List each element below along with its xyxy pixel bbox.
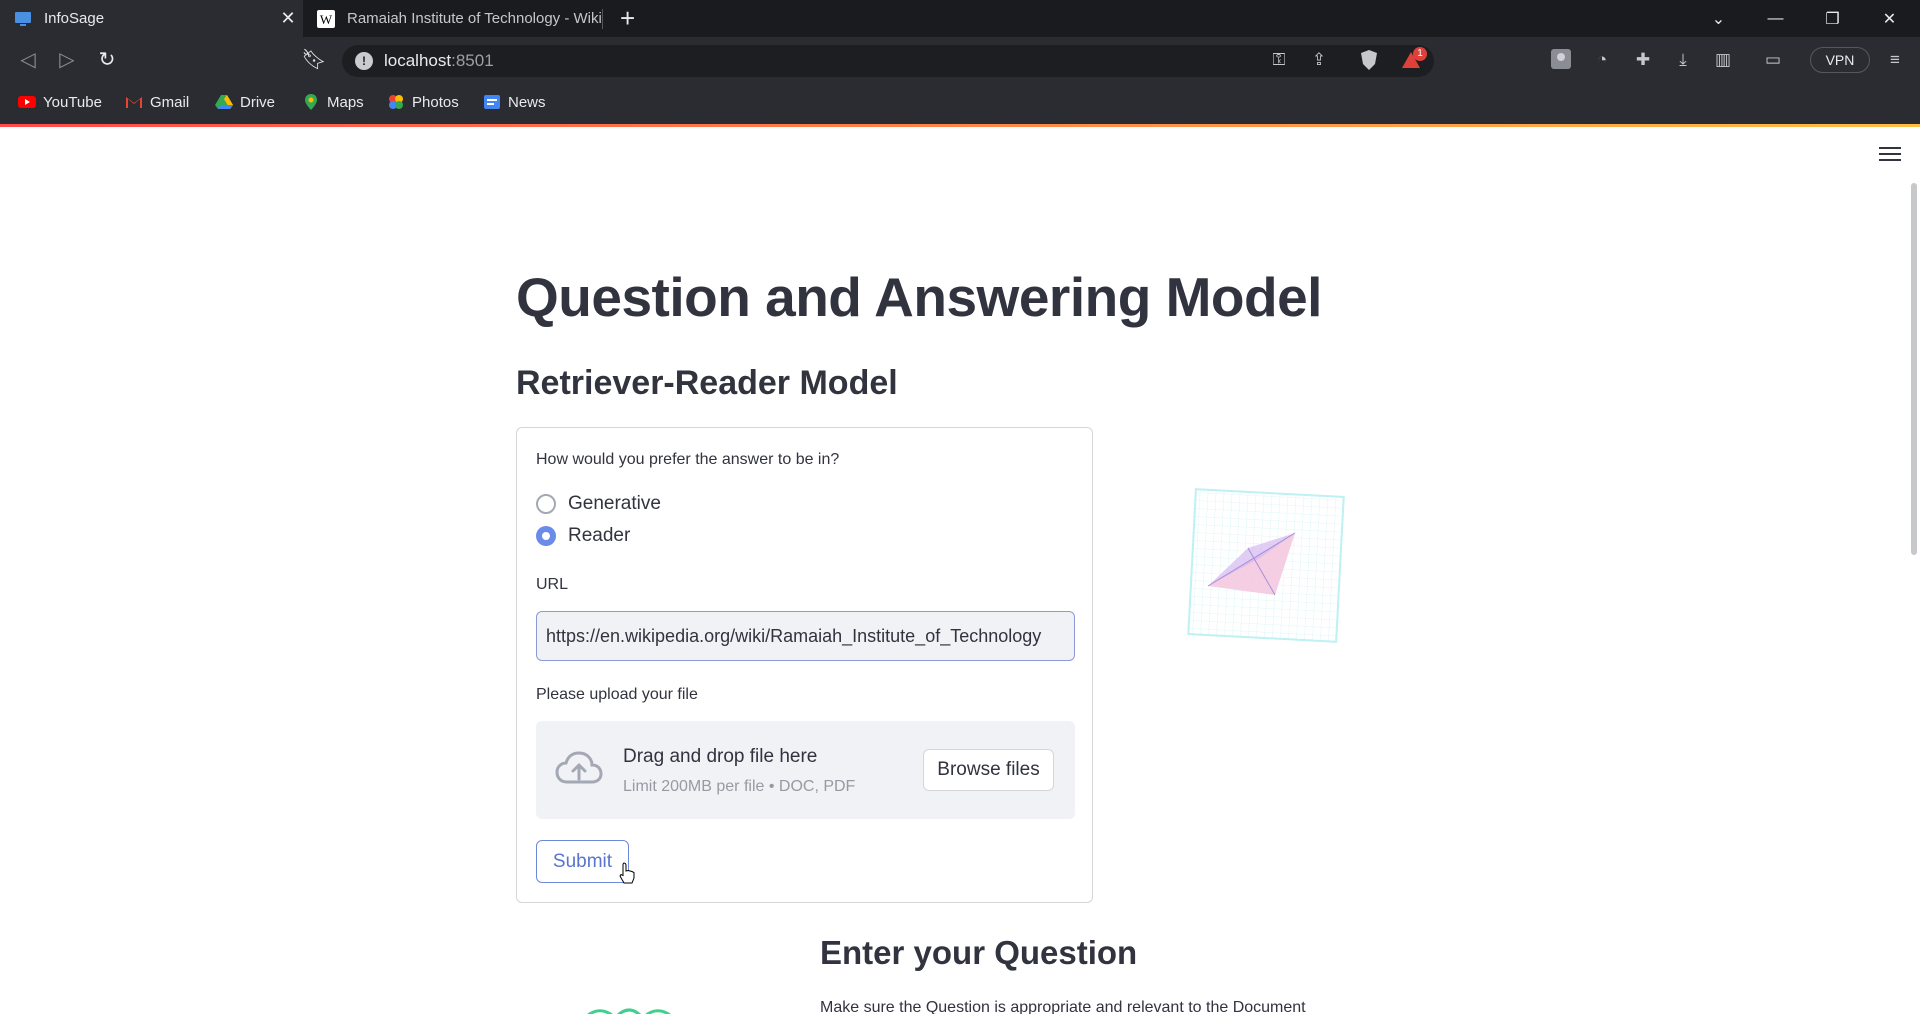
page-scrollbar[interactable]	[1911, 183, 1917, 555]
dropzone-limit: Limit 200MB per file • DOC, PDF	[623, 778, 856, 795]
gmail-icon	[126, 97, 142, 108]
photos-icon	[389, 95, 403, 109]
wallet-icon[interactable]: ▭	[1762, 49, 1784, 71]
radio-option-generative[interactable]: Generative	[536, 492, 661, 516]
bookmark-maps[interactable]: Maps	[302, 91, 364, 113]
key-icon[interactable]: ⚿	[1268, 49, 1290, 71]
maximize-icon[interactable]: ❐	[1804, 9, 1861, 29]
upload-label: Please upload your file	[536, 686, 698, 703]
question-hint: Make sure the Question is appropriate an…	[820, 999, 1306, 1014]
menu-icon[interactable]: ≡	[1884, 49, 1906, 71]
tab-wikipedia[interactable]: W Ramaiah Institute of Technology - Wiki	[303, 0, 603, 37]
vpn-button[interactable]: VPN	[1810, 47, 1870, 73]
url-label: URL	[536, 576, 569, 593]
radio-button-selected[interactable]	[536, 526, 556, 546]
maps-pin-icon	[305, 94, 317, 110]
answer-type-label: How would you prefer the answer to be in…	[536, 451, 840, 468]
submit-button[interactable]: Submit	[536, 840, 629, 883]
cloud-upload-icon	[555, 751, 603, 784]
page-subtitle: Retriever-Reader Model	[516, 364, 898, 402]
browse-files-button[interactable]: Browse files	[923, 749, 1054, 791]
notification-badge: 1	[1413, 47, 1427, 61]
dropzone-title: Drag and drop file here	[623, 746, 818, 767]
url-value: https://en.wikipedia.org/wiki/Ramaiah_In…	[546, 626, 1042, 646]
radio-button[interactable]	[536, 494, 556, 514]
new-tab-button[interactable]: +	[620, 4, 635, 32]
wikipedia-icon: W	[317, 9, 335, 28]
bookmark-news[interactable]: News	[483, 91, 546, 113]
monitor-icon	[15, 11, 31, 26]
extensions-icon[interactable]: ✚	[1632, 49, 1654, 71]
tab-infosage[interactable]: InfoSage ✕	[0, 0, 303, 37]
window-controls: ⌄ — ❐ ✕	[1690, 0, 1918, 37]
speed-icon[interactable]: ◔	[1591, 49, 1613, 71]
bookmark-gmail[interactable]: Gmail	[125, 91, 189, 113]
decorative-graphic	[587, 1008, 671, 1014]
sidebar-icon[interactable]: ▥	[1712, 49, 1734, 71]
address-url[interactable]: localhost:8501	[384, 51, 494, 71]
main-menu-icon[interactable]	[1879, 147, 1901, 163]
bookmark-label: YouTube	[43, 93, 102, 111]
download-icon[interactable]: ⤓	[1672, 49, 1694, 71]
site-info-icon[interactable]: !	[355, 52, 373, 70]
reload-icon[interactable]: ↻	[92, 45, 122, 75]
bookmark-label: Gmail	[150, 93, 190, 111]
close-window-icon[interactable]: ✕	[1861, 9, 1918, 29]
bookmark-label: Maps	[327, 93, 364, 111]
drive-icon	[215, 95, 233, 109]
address-host: localhost	[384, 51, 452, 70]
app-header-decoration	[0, 124, 1920, 127]
bookmark-icon[interactable]: 🔖︎	[299, 45, 329, 75]
news-icon	[484, 95, 500, 109]
url-input[interactable]: https://en.wikipedia.org/wiki/Ramaiah_In…	[536, 611, 1075, 661]
share-icon[interactable]: ⇪	[1308, 49, 1330, 71]
minimize-icon[interactable]: —	[1747, 10, 1804, 28]
question-heading: Enter your Question	[820, 934, 1138, 971]
youtube-icon	[18, 96, 36, 108]
bookmarks-bar	[0, 83, 1920, 124]
radio-option-reader[interactable]: Reader	[536, 524, 630, 548]
bookmark-drive[interactable]: Drive	[215, 91, 275, 113]
forward-icon[interactable]: ▷	[52, 45, 82, 75]
illustration-image	[1187, 488, 1345, 643]
radio-label: Reader	[568, 525, 631, 546]
bookmark-photos[interactable]: Photos	[387, 91, 459, 113]
address-port: :8501	[451, 51, 494, 70]
radio-label: Generative	[568, 493, 661, 514]
bookmark-label: News	[508, 93, 546, 111]
page-title: Question and Answering Model	[516, 266, 1322, 328]
profile-icon[interactable]	[1550, 49, 1572, 71]
bookmark-label: Photos	[412, 93, 459, 111]
vpn-label: VPN	[1825, 52, 1855, 68]
svg-text:W: W	[320, 12, 333, 27]
bookmark-youtube[interactable]: YouTube	[18, 91, 102, 113]
back-icon[interactable]: ◁	[13, 45, 43, 75]
tab-title: InfoSage	[44, 10, 105, 27]
hand-cursor-icon	[619, 862, 635, 884]
brave-shield-icon[interactable]	[1358, 49, 1380, 71]
tab-search-icon[interactable]: ⌄	[1690, 9, 1747, 29]
bookmark-label: Drive	[240, 93, 276, 111]
close-tab-icon[interactable]: ✕	[273, 8, 303, 29]
tab-title: Ramaiah Institute of Technology - Wiki	[347, 10, 602, 27]
